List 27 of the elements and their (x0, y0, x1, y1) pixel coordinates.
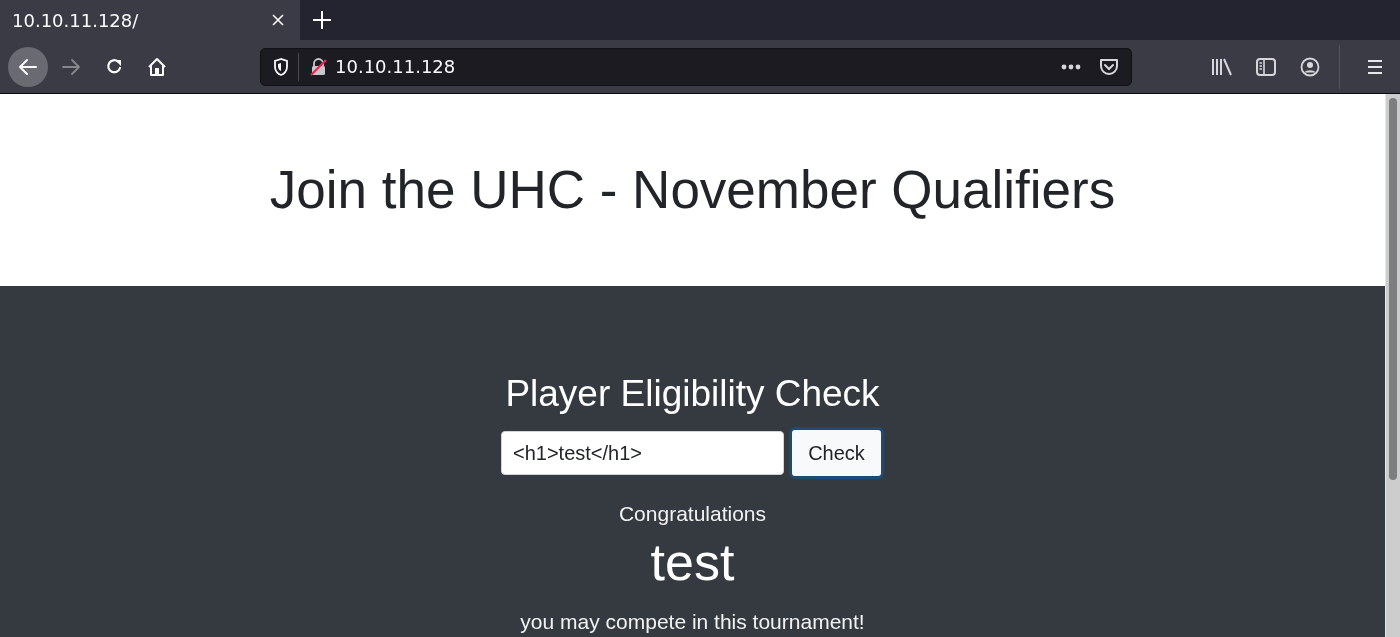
account-button[interactable] (1299, 56, 1321, 77)
close-icon[interactable] (272, 14, 284, 26)
library-icon (1211, 56, 1233, 77)
insecure-lock-icon[interactable] (310, 57, 327, 76)
pocket-icon[interactable] (1099, 56, 1119, 77)
more-icon[interactable] (1061, 63, 1081, 70)
home-icon (147, 56, 167, 77)
back-button[interactable] (8, 46, 48, 87)
sidebar-icon (1255, 56, 1277, 77)
scrollbar-thumb[interactable] (1389, 98, 1397, 480)
library-button[interactable] (1211, 56, 1233, 77)
result-message: Congratulations (618, 501, 767, 526)
player-name: test (650, 532, 735, 593)
check-button[interactable]: Check (789, 427, 884, 479)
form-title: Player Eligibility Check (505, 372, 880, 416)
page-heading: Join the UHC - November Qualifiers (269, 159, 1116, 221)
sidebar-button[interactable] (1255, 56, 1277, 77)
player-input[interactable]: <h1>test</h1> (501, 431, 784, 475)
result-note: you may compete in this tournament! (520, 609, 865, 634)
shield-icon[interactable] (273, 57, 289, 76)
browser-tab[interactable]: 10.10.11.128/ (0, 0, 300, 40)
account-icon (1299, 56, 1321, 77)
address-bar[interactable]: 10.10.11.128 (260, 47, 1132, 86)
plus-icon (313, 11, 331, 29)
left-arrow-icon (18, 56, 38, 77)
scrollbar[interactable] (1385, 94, 1400, 637)
right-arrow-icon (61, 56, 81, 77)
